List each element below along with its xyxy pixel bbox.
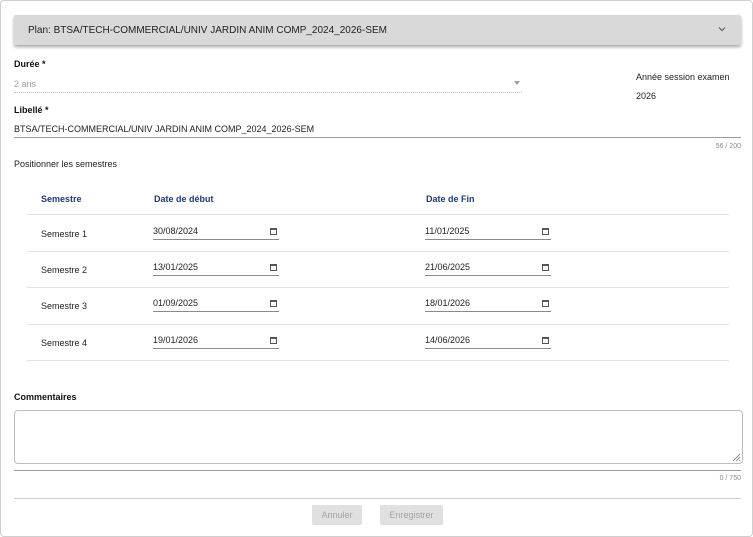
column-header-semestre: Semestre [41, 194, 82, 204]
annee-session-value: 2026 [636, 91, 657, 101]
save-button[interactable]: Enregistrer [380, 505, 443, 525]
column-header-date-fin: Date de Fin [426, 194, 475, 204]
plan-expansion-header[interactable]: Plan: BTSA/TECH-COMMERCIAL/UNIV JARDIN A… [14, 15, 741, 45]
semestre-name: Semestre 3 [41, 301, 88, 311]
duree-value: 2 ans [14, 79, 37, 89]
table-divider [27, 214, 729, 215]
cancel-button[interactable]: Annuler [312, 505, 362, 525]
column-header-date-debut: Date de début [154, 194, 214, 204]
date-fin-value: 21/06/2025 [425, 262, 471, 272]
date-debut-value: 01/09/2025 [153, 298, 199, 308]
duree-select[interactable]: 2 ans [14, 75, 522, 93]
commentaires-label: Commentaires [14, 392, 77, 402]
semestre-name: Semestre 4 [41, 338, 88, 348]
actions-divider [14, 498, 741, 499]
table-divider [27, 360, 729, 361]
date-debut-value: 13/01/2025 [153, 262, 199, 272]
date-debut-input[interactable]: 19/01/2026 [153, 335, 279, 349]
date-fin-value: 18/01/2026 [425, 298, 471, 308]
chevron-down-icon [718, 27, 726, 32]
calendar-icon[interactable] [542, 300, 549, 307]
libelle-input[interactable]: BTSA/TECH-COMMERCIAL/UNIV JARDIN ANIM CO… [14, 121, 741, 138]
calendar-icon[interactable] [270, 264, 277, 271]
caret-down-icon [514, 81, 520, 85]
date-fin-input[interactable]: 11/01/2025 [425, 226, 551, 240]
resize-grip-icon[interactable] [732, 453, 741, 462]
table-divider [27, 287, 729, 288]
commentaires-counter: 0 / 750 [719, 475, 741, 482]
calendar-icon[interactable] [270, 228, 277, 235]
date-debut-input[interactable]: 01/09/2025 [153, 298, 279, 312]
date-fin-input[interactable]: 18/01/2026 [425, 298, 551, 312]
calendar-icon[interactable] [270, 300, 277, 307]
date-fin-input[interactable]: 14/06/2026 [425, 335, 551, 349]
table-divider [27, 324, 729, 325]
date-debut-input[interactable]: 30/08/2024 [153, 226, 279, 240]
commentaires-textarea[interactable] [14, 410, 743, 464]
calendar-icon[interactable] [270, 337, 277, 344]
plan-title: Plan: BTSA/TECH-COMMERCIAL/UNIV JARDIN A… [28, 24, 387, 36]
date-fin-value: 11/01/2025 [425, 226, 470, 236]
date-debut-input[interactable]: 13/01/2025 [153, 262, 279, 276]
duree-label: Durée * [14, 59, 46, 69]
date-debut-value: 30/08/2024 [153, 226, 199, 236]
commentaires-underline [14, 470, 741, 471]
semestres-section-label: Positionner les semestres [14, 159, 118, 169]
calendar-icon[interactable] [542, 264, 549, 271]
semestre-name: Semestre 2 [41, 265, 88, 275]
semestre-name: Semestre 1 [41, 229, 88, 239]
calendar-icon[interactable] [542, 337, 549, 344]
libelle-label: Libellé * [14, 105, 49, 115]
libelle-counter: 56 / 200 [715, 143, 741, 150]
date-fin-value: 14/06/2026 [425, 335, 471, 345]
table-divider [27, 251, 729, 252]
calendar-icon[interactable] [542, 228, 549, 235]
date-debut-value: 19/01/2026 [153, 335, 199, 345]
annee-session-label: Année session examen [636, 72, 730, 82]
date-fin-input[interactable]: 21/06/2025 [425, 262, 551, 276]
form-container: Plan: BTSA/TECH-COMMERCIAL/UNIV JARDIN A… [0, 0, 753, 537]
